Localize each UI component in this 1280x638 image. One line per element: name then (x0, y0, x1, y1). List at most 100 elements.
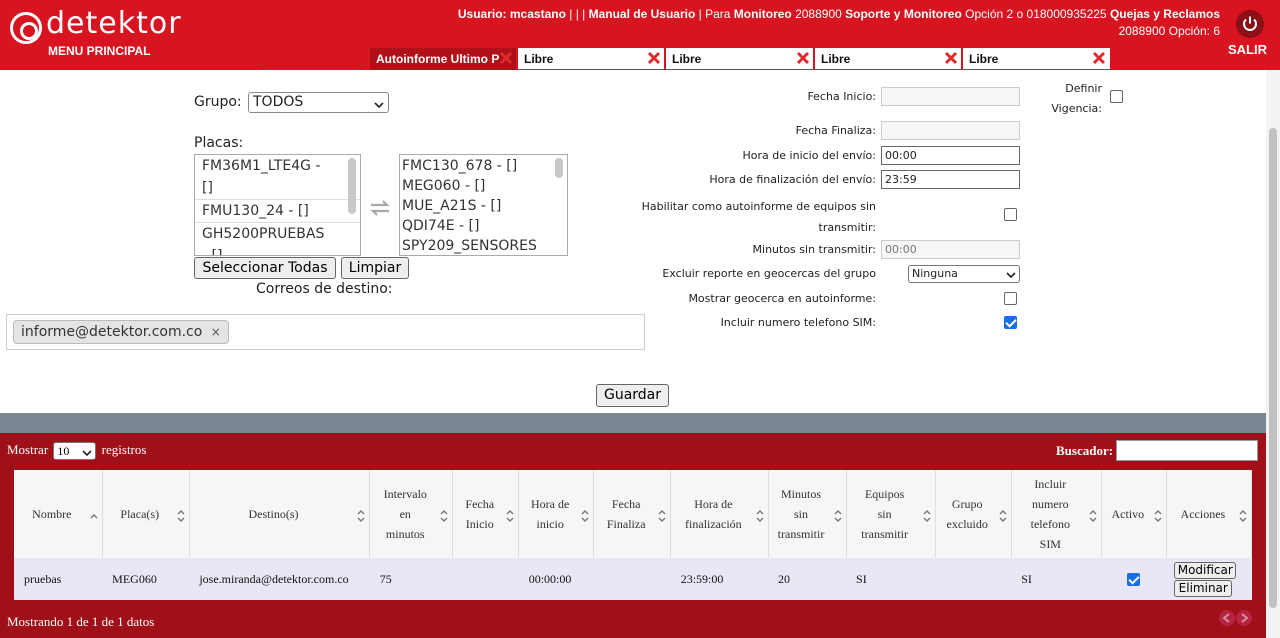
next-page-icon[interactable] (1236, 610, 1252, 626)
column-header[interactable]: Grupo excluido (935, 470, 1012, 558)
habilitar-checkbox[interactable] (1004, 208, 1017, 221)
column-header-label: Finaliza (606, 517, 646, 531)
list-item[interactable]: QDI74E - [] (402, 216, 567, 236)
column-header[interactable]: Acciones (1166, 470, 1253, 558)
column-header[interactable]: Hora de finalización (670, 470, 769, 558)
header-info-segment: | | | (565, 7, 589, 21)
cell-hora-fin: 23:59:00 (670, 558, 768, 600)
header-info-segment[interactable]: Manual de Usuario (589, 7, 696, 21)
excluir-label: Excluir reporte en geocercas del grupo (662, 267, 876, 280)
mostrar-geocerca-label: Mostrar geocerca en autoinforme: (688, 292, 876, 305)
fecha-finaliza-input[interactable] (881, 121, 1020, 140)
email-chip: informe@detektor.com.co × (13, 320, 229, 344)
main-menu-link[interactable]: MENU PRINCIPAL (48, 44, 150, 58)
list-item[interactable]: MUE_A21S - [] (402, 196, 567, 216)
prev-page-icon[interactable] (1219, 610, 1235, 626)
list-item[interactable]: [] (195, 177, 360, 200)
column-header[interactable]: Minutos sin transmitir (768, 470, 847, 558)
list-item[interactable]: - [] (195, 245, 360, 255)
mostrar-geocerca-checkbox[interactable] (1004, 292, 1017, 305)
column-header[interactable]: Equipos sin transmitir (846, 470, 936, 558)
logout-button[interactable]: SALIR (1228, 42, 1267, 57)
column-header[interactable]: Fecha Inicio (452, 470, 520, 558)
available-plates-list[interactable]: FM36M1_LTE4G - [] FMU130_24 - [] GH5200P… (194, 154, 361, 256)
list-item[interactable]: SPY209_SENSORES (402, 236, 567, 255)
column-header-label: en (399, 507, 411, 521)
header-info-segment: Soporte y Monitoreo (845, 7, 962, 21)
column-header-label: excluido (946, 517, 988, 531)
tab-libre-1[interactable]: Libre (518, 48, 664, 70)
column-header[interactable]: Fecha Finaliza (593, 470, 672, 558)
column-header[interactable]: Intervalo en minutos (369, 470, 454, 558)
column-header[interactable]: Destino(s) (189, 470, 371, 558)
header-info-segment: | Para (695, 7, 734, 21)
tab-label: Libre (821, 52, 851, 66)
search-input[interactable] (1116, 440, 1258, 461)
column-header[interactable]: Hora de inicio (518, 470, 595, 558)
column-header[interactable]: Placa(s) (102, 470, 190, 558)
column-header-label: numero (1031, 497, 1069, 511)
list-scrollbar[interactable] (555, 158, 563, 178)
email-input[interactable]: informe@detektor.com.co × (6, 314, 645, 350)
cell-fecha-inicio (452, 558, 519, 600)
list-scrollbar[interactable] (348, 158, 356, 214)
close-icon[interactable] (1090, 49, 1108, 67)
correos-label: Correos de destino: (256, 281, 393, 297)
close-icon[interactable] (645, 49, 663, 67)
cell-incluir-sim: SI (1011, 558, 1102, 600)
close-icon[interactable] (794, 49, 812, 67)
table-row: pruebas MEG060 jose.miranda@detektor.com… (14, 558, 1252, 600)
list-item[interactable]: FMC130_678 - [] (402, 156, 567, 176)
list-item[interactable]: MEG060 - [] (402, 176, 567, 196)
column-header[interactable]: Nombre (14, 470, 103, 558)
definir-vigencia-label: Definir Vigencia: (1040, 79, 1102, 119)
sort-icon (1239, 508, 1247, 528)
scrollbar-thumb[interactable] (1269, 128, 1277, 608)
minutos-label: Minutos sin transmitir: (752, 243, 876, 256)
close-icon[interactable] (497, 49, 515, 67)
header-info-segment: Monitoreo (733, 7, 792, 21)
selected-plates-list[interactable]: FMC130_678 - [] MEG060 - [] MUE_A21S - [… (399, 154, 568, 256)
sort-icon (581, 508, 589, 528)
tab-libre-2[interactable]: Libre (666, 48, 813, 70)
tab-label: Libre (524, 52, 554, 66)
hora-fin-input[interactable]: 23:59 (881, 170, 1020, 189)
section-divider (0, 413, 1266, 433)
list-item[interactable]: GH5200PRUEBAS (195, 223, 360, 245)
habilitar-label-line1: Habilitar como autoinforme de equipos si… (641, 200, 876, 213)
column-header[interactable]: Incluir numero telefono SIM (1011, 470, 1102, 558)
header-info-segment: Opción 2 o 018000935225 (961, 7, 1110, 21)
save-button[interactable]: Guardar (596, 384, 669, 407)
sort-icon (999, 508, 1007, 528)
select-all-button[interactable]: Seleccionar Todas (194, 257, 336, 279)
autoinformes-table: Nombre Placa(s) Destino(s) Intervalo en minut… (14, 470, 1253, 600)
page-length-value: 10 (57, 444, 70, 459)
header-info-segment: 2088900 (791, 7, 846, 21)
page-length-select[interactable]: 10 (53, 442, 97, 461)
header-info-segment: Quejas y Reclamos (1109, 7, 1220, 21)
clear-button[interactable]: Limpiar (341, 257, 409, 279)
list-item[interactable]: FMU130_24 - [] (195, 200, 360, 223)
tab-autoinforme[interactable]: Autoinforme Ultimo P (370, 48, 516, 70)
list-item[interactable]: FM36M1_LTE4G - (195, 155, 360, 177)
minutos-input[interactable]: 00:00 (881, 240, 1020, 259)
column-header[interactable]: Activo (1101, 470, 1167, 558)
excluir-geocerca-select[interactable]: Ninguna (908, 265, 1020, 283)
activo-checkbox[interactable] (1127, 573, 1141, 587)
cell-equipos: SI (846, 558, 936, 600)
delete-button[interactable]: Eliminar (1174, 579, 1233, 597)
swap-arrows-icon[interactable] (368, 198, 392, 221)
hora-inicio-input[interactable]: 00:00 (881, 146, 1020, 165)
remove-chip-icon[interactable]: × (211, 325, 221, 339)
grupo-select[interactable]: TODOS (248, 92, 389, 113)
column-header-label: Fecha (611, 497, 641, 511)
definir-vigencia-checkbox[interactable] (1110, 90, 1123, 103)
power-icon[interactable] (1236, 10, 1264, 38)
tab-libre-4[interactable]: Libre (963, 48, 1110, 70)
close-icon[interactable] (942, 49, 960, 67)
fecha-inicio-input[interactable] (881, 87, 1020, 106)
tab-libre-3[interactable]: Libre (815, 48, 961, 70)
page-scrollbar[interactable] (1266, 70, 1280, 638)
incluir-sim-checkbox[interactable] (1004, 316, 1017, 329)
modify-button[interactable]: Modificar (1174, 561, 1237, 579)
